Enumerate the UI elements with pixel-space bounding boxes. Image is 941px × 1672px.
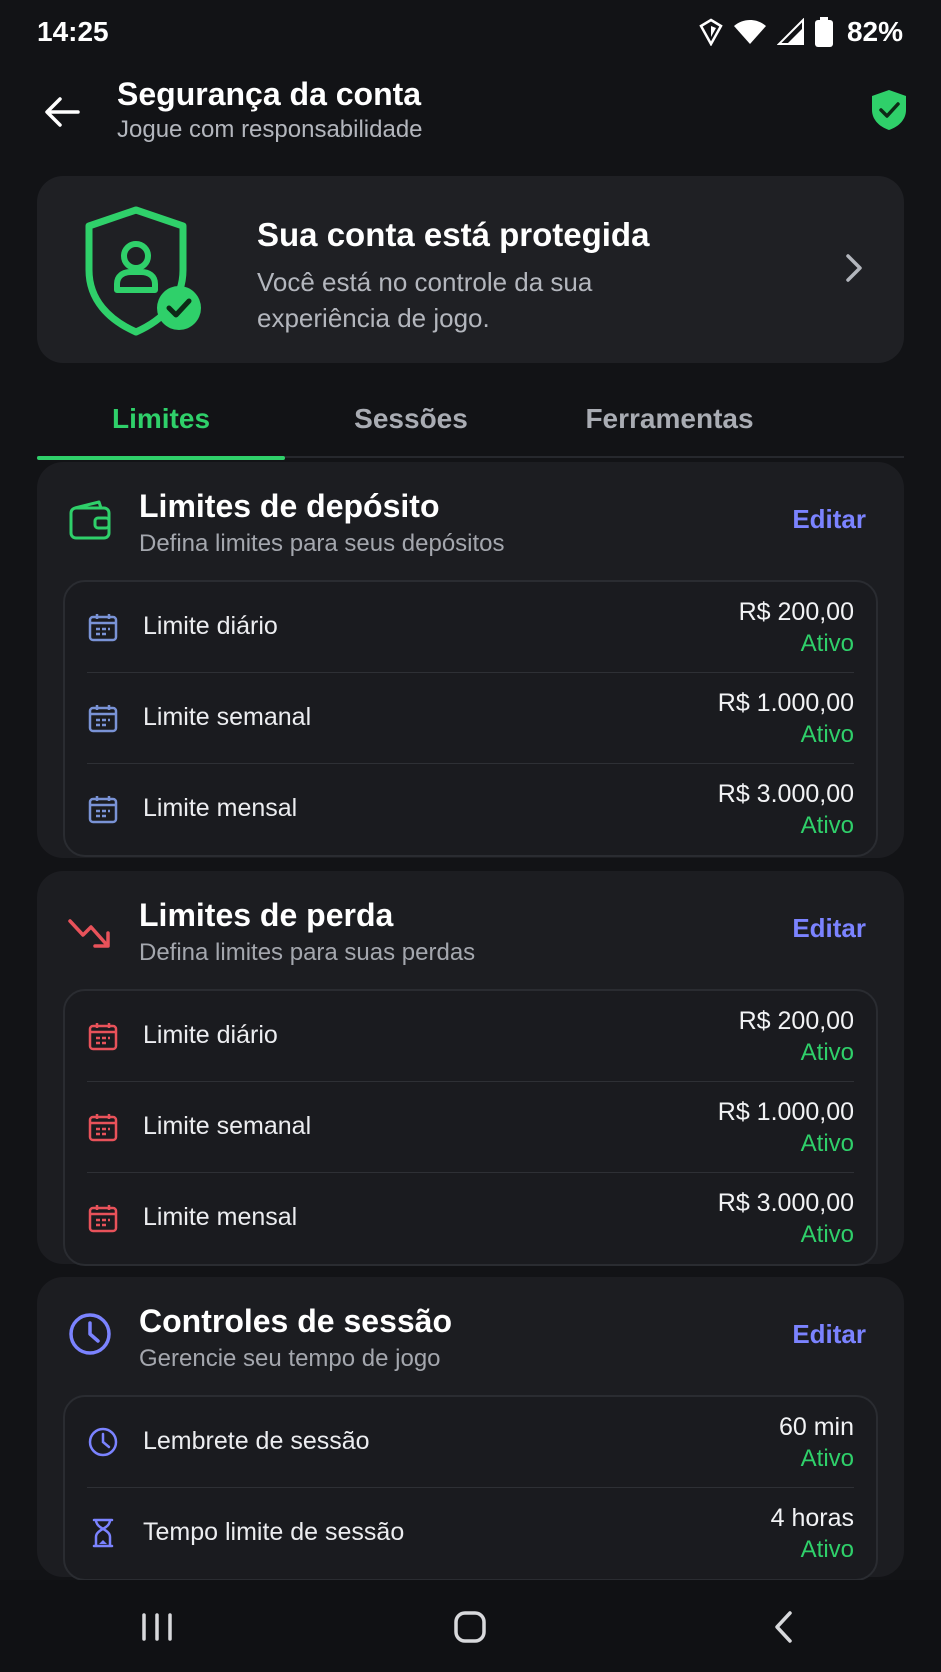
row-value: R$ 200,00 bbox=[738, 1007, 854, 1035]
row-value: R$ 3.000,00 bbox=[717, 780, 854, 808]
row-value: 60 min bbox=[778, 1413, 854, 1441]
calendar-icon bbox=[88, 1205, 118, 1233]
calendar-icon bbox=[88, 1114, 118, 1142]
deposit-edit-button[interactable]: Editar bbox=[792, 504, 866, 535]
deposit-limits-list: Limite diário R$ 200,00 Ativo Limite sem… bbox=[63, 580, 878, 857]
deposit-title: Limites de depósito bbox=[139, 488, 440, 524]
vpn-icon bbox=[699, 18, 723, 46]
recent-apps-button[interactable] bbox=[117, 1597, 197, 1657]
row-label: Limite mensal bbox=[143, 1203, 298, 1231]
row-label: Lembrete de sessão bbox=[143, 1427, 370, 1455]
row-label: Limite semanal bbox=[143, 1112, 312, 1140]
protection-status-card[interactable]: Sua conta está protegida Você está no co… bbox=[37, 176, 904, 363]
hero-text: Você está no controle da sua experiência… bbox=[257, 267, 593, 333]
home-icon bbox=[454, 1611, 487, 1643]
status-badge: Ativo bbox=[800, 1221, 854, 1248]
wifi-icon bbox=[733, 20, 766, 44]
system-nav-bar bbox=[0, 1582, 941, 1672]
row-label: Tempo limite de sessão bbox=[143, 1518, 405, 1546]
battery-icon bbox=[814, 17, 833, 47]
loss-subtitle: Defina limites para suas perdas bbox=[139, 939, 476, 966]
hero-title: Sua conta está protegida bbox=[257, 216, 650, 253]
tab-bar: Limites Sessões Ferramentas bbox=[37, 380, 904, 460]
back-button[interactable] bbox=[38, 88, 86, 136]
row-value: R$ 1.000,00 bbox=[717, 1098, 854, 1126]
status-badge: Ativo bbox=[800, 1536, 854, 1563]
status-badge: Ativo bbox=[800, 630, 854, 657]
status-badge: Ativo bbox=[800, 812, 854, 839]
chevron-left-icon bbox=[775, 1611, 792, 1643]
loss-edit-button[interactable]: Editar bbox=[792, 913, 866, 944]
status-icons: 82% bbox=[699, 16, 903, 48]
status-bar: 14:25 82% bbox=[0, 0, 941, 66]
status-badge: Ativo bbox=[800, 1130, 854, 1157]
trend-down-icon bbox=[68, 919, 110, 948]
page-subtitle: Jogue com responsabilidade bbox=[117, 116, 423, 143]
session-subtitle: Gerencie seu tempo de jogo bbox=[139, 1345, 441, 1372]
calendar-icon bbox=[88, 1023, 118, 1051]
list-item[interactable]: Tempo limite de sessão 4 horas Ativo bbox=[87, 1488, 854, 1579]
battery-percent: 82% bbox=[846, 16, 903, 47]
tab-ferramentas[interactable]: Ferramentas bbox=[537, 380, 802, 458]
recent-apps-icon bbox=[142, 1613, 172, 1641]
deposit-limits-section: Limites de depósito Defina limites para … bbox=[37, 462, 904, 858]
page-title: Segurança da conta bbox=[117, 76, 422, 112]
row-label: Limite diário bbox=[143, 1021, 278, 1049]
shield-check-icon bbox=[872, 90, 906, 130]
status-badge: Ativo bbox=[800, 1039, 854, 1066]
row-label: Limite mensal bbox=[143, 794, 298, 822]
row-value: 4 horas bbox=[770, 1504, 854, 1532]
list-item[interactable]: Limite mensal R$ 3.000,00 Ativo bbox=[87, 1173, 854, 1264]
loss-title: Limites de perda bbox=[139, 897, 394, 933]
tab-limites[interactable]: Limites bbox=[37, 380, 285, 460]
loss-limits-section: Limites de perda Defina limites para sua… bbox=[37, 871, 904, 1266]
session-controls-section: Controles de sessão Gerencie seu tempo d… bbox=[37, 1277, 904, 1581]
session-edit-button[interactable]: Editar bbox=[792, 1319, 866, 1350]
session-controls-list: Lembrete de sessão 60 min Ativo Tempo li… bbox=[63, 1395, 878, 1581]
app-header: Segurança da conta Jogue com responsabil… bbox=[0, 66, 941, 166]
row-label: Limite semanal bbox=[143, 703, 312, 731]
list-item[interactable]: Limite mensal R$ 3.000,00 Ativo bbox=[87, 764, 854, 855]
row-value: R$ 3.000,00 bbox=[717, 1189, 854, 1217]
clock-icon bbox=[88, 1427, 118, 1457]
status-badge: Ativo bbox=[800, 1445, 854, 1472]
chevron-right-icon bbox=[846, 254, 862, 282]
calendar-icon bbox=[88, 705, 118, 733]
loss-limits-list: Limite diário R$ 200,00 Ativo Limite sem… bbox=[63, 989, 878, 1266]
back-arrow-icon bbox=[45, 97, 80, 127]
list-item[interactable]: Limite diário R$ 200,00 Ativo bbox=[87, 991, 854, 1082]
list-item[interactable]: Limite semanal R$ 1.000,00 Ativo bbox=[87, 1082, 854, 1173]
list-item[interactable]: Limite semanal R$ 1.000,00 Ativo bbox=[87, 673, 854, 764]
list-item[interactable]: Limite diário R$ 200,00 Ativo bbox=[87, 582, 854, 673]
session-title: Controles de sessão bbox=[139, 1303, 452, 1339]
system-back-button[interactable] bbox=[744, 1597, 824, 1657]
tab-sessoes[interactable]: Sessões bbox=[285, 380, 537, 458]
row-value: R$ 1.000,00 bbox=[717, 689, 854, 717]
deposit-subtitle: Defina limites para seus depósitos bbox=[139, 530, 505, 557]
row-value: R$ 200,00 bbox=[738, 598, 854, 626]
shield-user-check-icon bbox=[85, 206, 201, 336]
home-button[interactable] bbox=[430, 1597, 510, 1657]
signal-icon bbox=[776, 18, 804, 45]
calendar-icon bbox=[88, 796, 118, 824]
row-label: Limite diário bbox=[143, 612, 278, 640]
status-time: 14:25 bbox=[37, 16, 109, 47]
status-badge: Ativo bbox=[800, 721, 854, 748]
hourglass-icon bbox=[92, 1518, 114, 1548]
wallet-icon bbox=[69, 500, 111, 540]
calendar-icon bbox=[88, 614, 118, 642]
clock-icon bbox=[69, 1313, 111, 1355]
list-item[interactable]: Lembrete de sessão 60 min Ativo bbox=[87, 1397, 854, 1488]
